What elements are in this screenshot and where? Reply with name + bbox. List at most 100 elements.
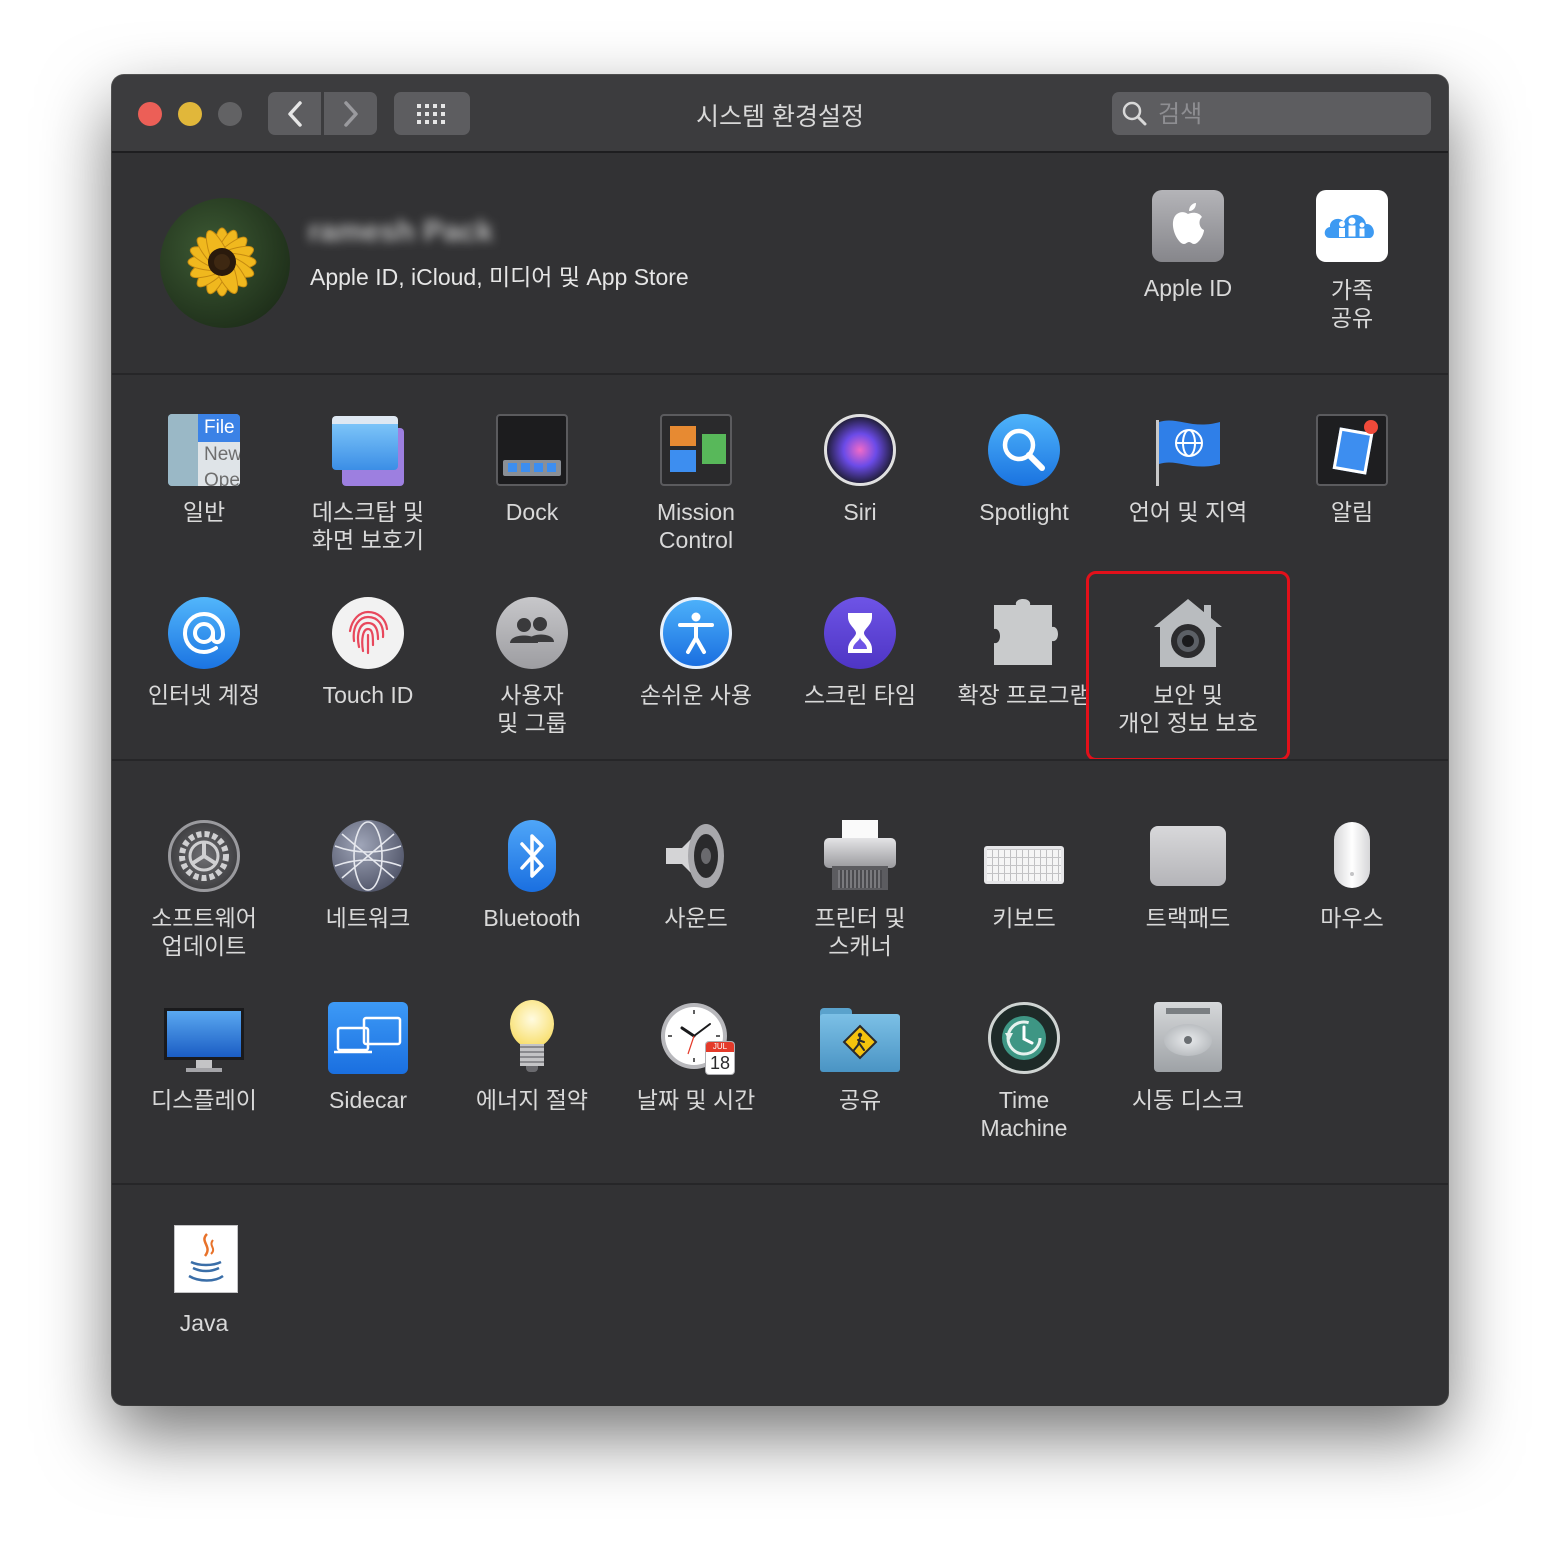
mouse-icon <box>1316 820 1388 892</box>
account-subtitle: Apple ID, iCloud, 미디어 및 App Store <box>310 264 689 290</box>
keyboard-icon <box>984 820 1064 892</box>
notifications-icon <box>1316 414 1388 486</box>
system-preferences-window: 시스템 환경설정 검색 ramesh Pack Apple ID, iCloud… <box>112 75 1448 1405</box>
bluetooth-pane[interactable]: Bluetooth <box>452 820 612 990</box>
desktop-screensaver-pane[interactable]: 데스크탑 및 화면 보호기 <box>288 414 448 584</box>
notifications-label: 알림 <box>1330 499 1374 525</box>
family-cloud-icon <box>1324 214 1374 238</box>
extensions-pane[interactable]: 확장 프로그램 <box>944 597 1104 767</box>
startup-disk-pane[interactable]: 시동 디스크 <box>1108 1002 1268 1172</box>
calendar-month: JUL <box>706 1042 734 1052</box>
account-name: ramesh Pack <box>308 215 494 248</box>
flag-globe-icon <box>1156 420 1220 486</box>
startup-disk-icon <box>1152 1002 1224 1074</box>
siri-icon <box>824 414 896 486</box>
startup-disk-label: 시동 디스크 <box>1131 1087 1245 1113</box>
globe-network-icon <box>334 821 402 891</box>
calendar-day: 18 <box>709 1053 731 1073</box>
general-pane[interactable]: File New Ope 일반 <box>124 414 284 584</box>
users-groups-label: 사용자 및 그룹 <box>497 682 567 736</box>
avatar[interactable] <box>160 198 290 328</box>
network-pane[interactable]: 네트워크 <box>288 820 448 990</box>
network-icon <box>332 820 404 892</box>
energy-saver-label: 에너지 절약 <box>475 1087 589 1113</box>
software-update-icon <box>168 820 240 892</box>
touch-id-label: Touch ID <box>322 682 414 708</box>
accessibility-pane[interactable]: 손쉬운 사용 <box>616 597 776 767</box>
sound-icon <box>660 820 732 892</box>
displays-label: 디스플레이 <box>151 1087 257 1113</box>
dock-pane[interactable]: Dock <box>452 414 612 584</box>
family-sharing-label: 가족 공유 <box>1330 277 1374 331</box>
printer-icon <box>824 820 896 892</box>
screen-time-pane[interactable]: 스크린 타임 <box>780 597 940 767</box>
apple-id-pane[interactable]: Apple ID <box>1108 190 1268 360</box>
mouse-label: 마우스 <box>1320 905 1384 931</box>
dock-label: Dock <box>505 499 559 525</box>
energy-saver-pane[interactable]: 에너지 절약 <box>452 1000 612 1172</box>
users-groups-pane[interactable]: 사용자 및 그룹 <box>452 597 612 767</box>
selection-highlight <box>1086 571 1290 761</box>
screen-time-icon <box>824 597 896 669</box>
siri-pane[interactable]: Siri <box>780 414 940 584</box>
siri-label: Siri <box>843 499 877 525</box>
magnifier-icon <box>1002 428 1045 471</box>
search-field[interactable] <box>1112 92 1431 137</box>
printers-scanners-pane[interactable]: 프린터 및 스캐너 <box>780 820 940 990</box>
accessibility-label: 손쉬운 사용 <box>639 682 753 708</box>
sidecar-label: Sidecar <box>329 1087 407 1113</box>
software-update-label: 소프트웨어 업데이트 <box>151 905 257 959</box>
time-machine-clock-icon <box>1002 1016 1046 1060</box>
internet-accounts-pane[interactable]: 인터넷 계정 <box>124 597 284 767</box>
software-update-pane[interactable]: 소프트웨어 업데이트 <box>124 820 284 990</box>
date-time-label: 날짜 및 시간 <box>636 1087 756 1113</box>
mission-control-icon <box>660 414 732 486</box>
internet-accounts-icon <box>168 597 240 669</box>
accessibility-figure-icon <box>678 612 714 654</box>
display-icon <box>164 1002 244 1074</box>
touch-id-pane[interactable]: Touch ID <box>288 597 448 767</box>
trackpad-label: 트랙패드 <box>1145 905 1231 931</box>
displays-pane[interactable]: 디스플레이 <box>124 1002 284 1172</box>
apple-id-icon <box>1152 190 1224 262</box>
date-time-pane[interactable]: JUL 18 날짜 및 시간 <box>616 1002 776 1172</box>
clock-icon: JUL 18 <box>660 1002 734 1074</box>
sound-label: 사운드 <box>664 905 728 931</box>
search-input[interactable] <box>1156 92 1420 137</box>
bluetooth-label: Bluetooth <box>483 905 581 931</box>
java-icon <box>174 1225 238 1293</box>
title-bar: 시스템 환경설정 <box>112 75 1448 153</box>
desktop-screensaver-icon <box>332 414 404 486</box>
spotlight-pane[interactable]: Spotlight <box>944 414 1104 584</box>
bluetooth-icon <box>496 820 568 892</box>
keyboard-pane[interactable]: 키보드 <box>944 820 1104 990</box>
section-divider <box>112 759 1448 761</box>
sidecar-pane[interactable]: Sidecar <box>288 1002 448 1172</box>
time-machine-icon <box>988 1002 1060 1074</box>
java-label: Java <box>179 1310 229 1336</box>
java-pane[interactable]: Java <box>124 1225 284 1395</box>
general-label: 일반 <box>182 499 226 525</box>
sharing-pane[interactable]: 공유 <box>780 1002 940 1172</box>
mission-control-pane[interactable]: Mission Control <box>616 414 776 584</box>
users-groups-icon <box>496 597 568 669</box>
apple-logo-icon <box>1172 203 1204 244</box>
sound-pane[interactable]: 사운드 <box>616 820 776 990</box>
section-divider <box>112 373 1448 375</box>
general-icon-open-text: Ope <box>204 470 240 486</box>
energy-saver-icon <box>496 1000 568 1074</box>
sharing-folder-icon <box>820 1002 900 1074</box>
family-sharing-pane[interactable]: 가족 공유 <box>1272 190 1432 360</box>
network-label: 네트워크 <box>325 905 411 931</box>
search-icon <box>1122 101 1147 126</box>
language-region-pane[interactable]: 언어 및 지역 <box>1108 414 1268 584</box>
trackpad-pane[interactable]: 트랙패드 <box>1108 820 1268 990</box>
internet-accounts-label: 인터넷 계정 <box>147 682 261 708</box>
touch-id-icon <box>332 597 404 669</box>
printers-scanners-label: 프린터 및 스캐너 <box>814 905 906 959</box>
spotlight-icon <box>988 414 1060 486</box>
mouse-pane[interactable]: 마우스 <box>1272 820 1432 990</box>
notifications-pane[interactable]: 알림 <box>1272 414 1432 584</box>
sunflower-avatar-icon <box>187 227 257 297</box>
time-machine-pane[interactable]: Time Machine <box>944 1002 1104 1172</box>
